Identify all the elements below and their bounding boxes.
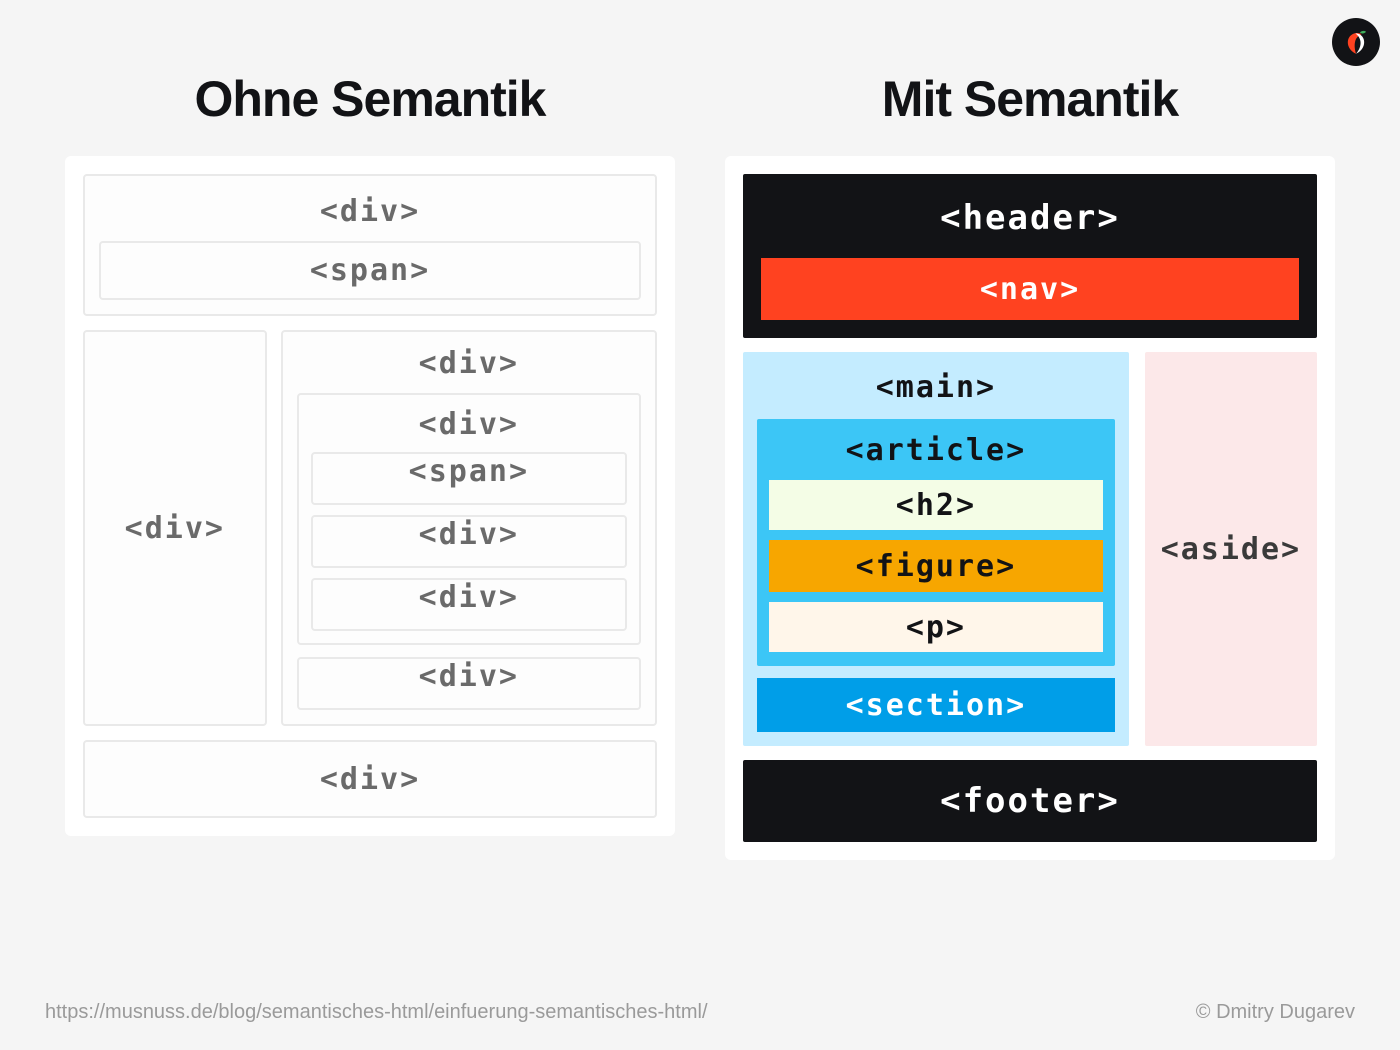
- tag-div: <div>: [85, 742, 655, 816]
- author-credit: © Dmitry Dugarev: [1196, 1001, 1355, 1024]
- box-article-div: <div> <span> <div> <div>: [297, 393, 641, 645]
- column-non-semantic: Ohne Semantik <div> <span> <div> <div> <…: [65, 70, 675, 860]
- tag-footer: <footer>: [743, 760, 1317, 842]
- tag-span: <span>: [313, 454, 625, 489]
- box-figure: <figure>: [769, 540, 1103, 592]
- tag-nav: <nav>: [761, 258, 1299, 320]
- box-section: <section>: [757, 678, 1115, 732]
- box-h2: <h2>: [769, 480, 1103, 530]
- box-sidebar-div: <div>: [83, 330, 267, 726]
- tag-main: <main>: [757, 366, 1115, 407]
- column-title-right: Mit Semantik: [882, 70, 1178, 128]
- box-header-div: <div> <span>: [83, 174, 657, 316]
- source-url: https://musnuss.de/blog/semantisches-htm…: [45, 1001, 708, 1024]
- box-main-div: <div> <div> <span> <div> <div> <div>: [281, 330, 657, 726]
- box-article: <article> <h2> <figure> <p>: [757, 419, 1115, 666]
- footer-meta: https://musnuss.de/blog/semantisches-htm…: [45, 1001, 1355, 1024]
- column-title-left: Ohne Semantik: [195, 70, 546, 128]
- box-header: <header> <nav>: [743, 174, 1317, 338]
- tag-section: <section>: [757, 678, 1115, 732]
- panel-semantic: <header> <nav> <main> <article> <h2> <fi…: [725, 156, 1335, 860]
- box-nav: <nav>: [761, 258, 1299, 320]
- tag-figure: <figure>: [769, 540, 1103, 592]
- box-aside: <aside>: [1145, 352, 1317, 746]
- column-semantic: Mit Semantik <header> <nav> <main> <arti…: [725, 70, 1335, 860]
- row-middle-right: <main> <article> <h2> <figure> <p> <sect…: [743, 352, 1317, 746]
- tag-header: <header>: [761, 192, 1299, 244]
- panel-non-semantic: <div> <span> <div> <div> <div> <span> <d…: [65, 156, 675, 836]
- tag-div: <div>: [297, 346, 641, 381]
- tag-div: <div>: [299, 659, 639, 694]
- tag-p: <p>: [769, 602, 1103, 652]
- box-footer: <footer>: [743, 760, 1317, 842]
- box-main: <main> <article> <h2> <figure> <p> <sect…: [743, 352, 1129, 746]
- nut-icon: [1342, 28, 1370, 56]
- brand-logo: [1332, 18, 1380, 66]
- tag-div: <div>: [125, 511, 225, 546]
- box-footer-div: <div>: [83, 740, 657, 818]
- tag-article: <article>: [769, 431, 1103, 470]
- tag-div: <div>: [313, 580, 625, 615]
- tag-div: <div>: [99, 194, 641, 229]
- box-item-div: <div>: [311, 578, 627, 631]
- tag-div: <div>: [311, 407, 627, 442]
- box-section-div: <div>: [297, 657, 641, 710]
- box-item-div: <div>: [311, 515, 627, 568]
- tag-h2: <h2>: [769, 480, 1103, 530]
- tag-aside: <aside>: [1161, 532, 1301, 567]
- tag-span: <span>: [101, 253, 639, 288]
- tag-div: <div>: [313, 517, 625, 552]
- box-item-span: <span>: [311, 452, 627, 505]
- row-middle-left: <div> <div> <div> <span> <div> <div> <di…: [83, 330, 657, 726]
- comparison-columns: Ohne Semantik <div> <span> <div> <div> <…: [0, 0, 1400, 860]
- box-p: <p>: [769, 602, 1103, 652]
- box-header-span: <span>: [99, 241, 641, 300]
